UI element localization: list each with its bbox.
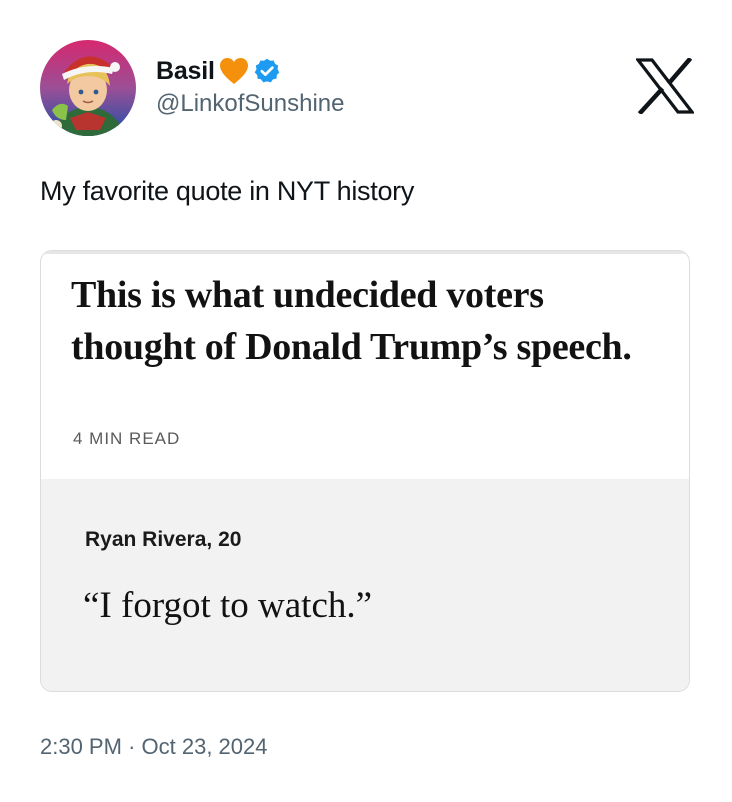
orange-heart-icon (219, 57, 249, 85)
tweet-date[interactable]: Oct 23, 2024 (142, 734, 268, 759)
article-headline: This is what undecided voters thought of… (71, 274, 632, 368)
tweet-text: My favorite quote in NYT history (40, 176, 415, 206)
tweet-time[interactable]: 2:30 PM (40, 734, 122, 759)
tweet-meta: 2:30 PM · Oct 23, 2024 (40, 734, 268, 760)
card-top-divider (41, 251, 689, 254)
quote-section: Ryan Rivera, 20 “I forgot to watch.” (41, 479, 689, 691)
article-card[interactable]: This is what undecided voters thought of… (40, 250, 690, 692)
verified-badge-icon[interactable] (253, 57, 281, 85)
article-read-time: 4 MIN READ (73, 429, 181, 448)
author-handle[interactable]: @LinkofSunshine (156, 90, 344, 118)
author-display-name[interactable]: Basil (156, 57, 215, 86)
author-name-row: Basil (156, 54, 281, 88)
quote-text: “I forgot to watch.” (83, 585, 373, 626)
quote-attribution: Ryan Rivera, 20 (85, 528, 242, 551)
avatar[interactable] (40, 40, 136, 136)
meta-separator: · (128, 734, 136, 759)
x-logo-icon[interactable] (634, 56, 696, 116)
